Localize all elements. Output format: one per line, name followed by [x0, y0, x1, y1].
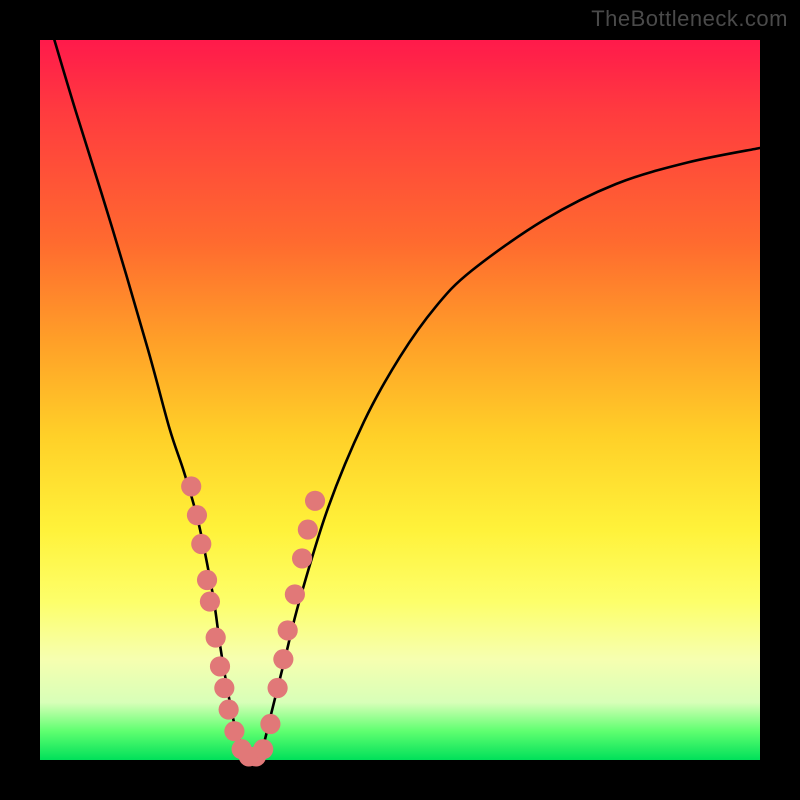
highlight-dot	[268, 678, 288, 698]
highlight-dot	[206, 628, 226, 648]
chart-svg	[40, 40, 760, 760]
highlight-dot	[273, 649, 293, 669]
highlight-dot	[191, 534, 211, 554]
highlight-dot	[219, 700, 239, 720]
highlight-dot	[292, 548, 312, 568]
highlight-dot	[285, 584, 305, 604]
highlight-dot	[298, 520, 318, 540]
highlight-dot	[210, 656, 230, 676]
highlight-dot	[305, 491, 325, 511]
highlight-dot	[260, 714, 280, 734]
bottleneck-curve	[54, 40, 760, 762]
highlight-dot	[278, 620, 298, 640]
highlight-dot	[253, 739, 273, 759]
highlight-dot	[197, 570, 217, 590]
highlight-dot	[214, 678, 234, 698]
highlight-dot	[181, 476, 201, 496]
watermark-text: TheBottleneck.com	[591, 6, 788, 32]
highlight-dot	[200, 592, 220, 612]
chart-stage: TheBottleneck.com	[0, 0, 800, 800]
plot-area	[40, 40, 760, 760]
highlight-dots	[181, 476, 325, 766]
highlight-dot	[187, 505, 207, 525]
highlight-dot	[224, 721, 244, 741]
